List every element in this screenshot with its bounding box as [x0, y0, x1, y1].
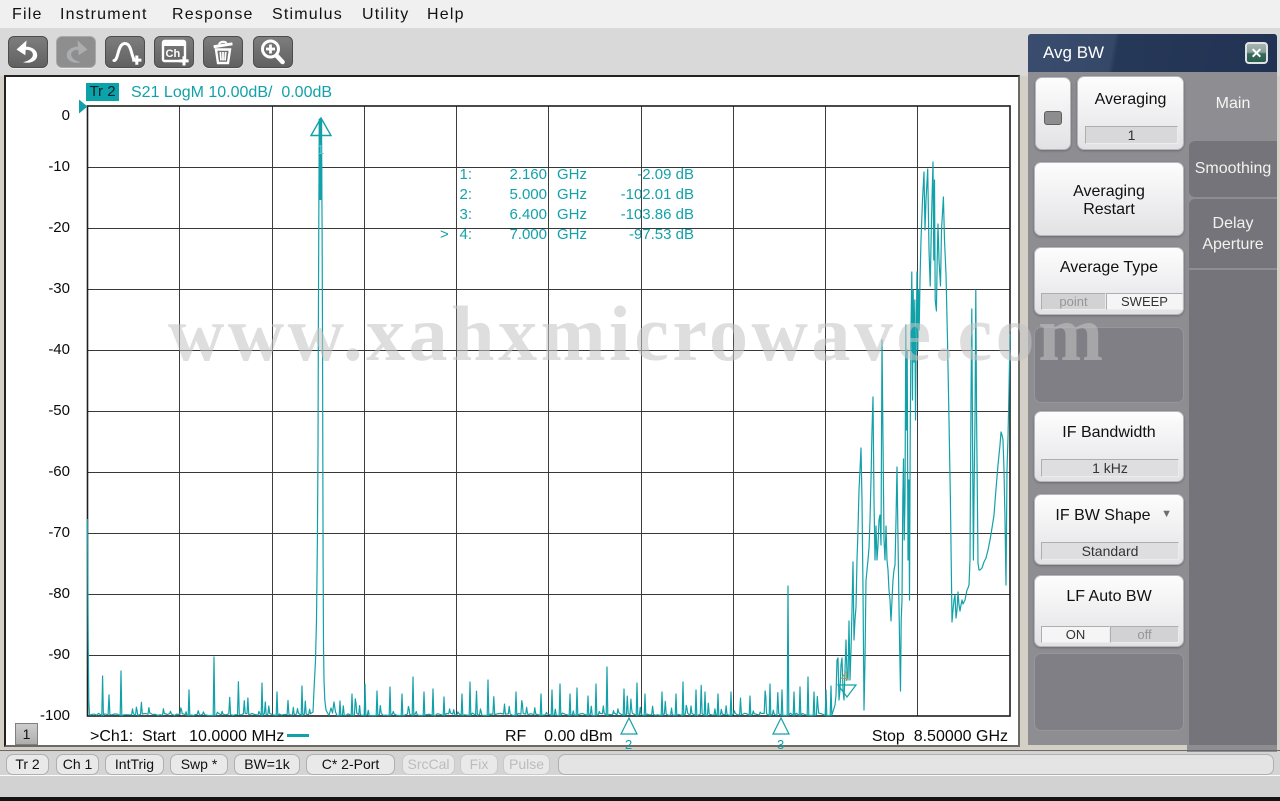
svg-text:4: 4: [841, 668, 849, 684]
svg-text:3: 3: [777, 737, 784, 752]
svg-text:1: 1: [317, 142, 324, 157]
svg-text:2: 2: [625, 737, 632, 752]
